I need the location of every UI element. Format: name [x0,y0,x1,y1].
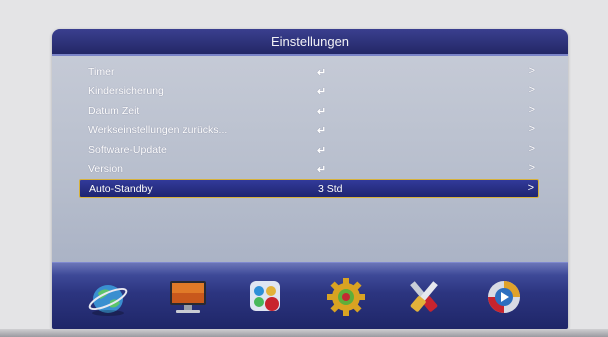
menu-item-label: Werkseinstellungen zurücks... [88,124,228,137]
menu-item-version[interactable]: Version ↵ > [79,159,539,178]
enter-icon: ↵ [317,67,327,79]
play-icon[interactable] [482,277,526,317]
enter-icon: ↵ [317,105,327,118]
chevron-right-icon: > [528,142,535,155]
menu-item-value: 3 Std [318,183,343,196]
menu-item-label: Auto-Standby [89,183,153,196]
chevron-right-icon: > [528,103,535,116]
menu-item-label: Timer [88,66,115,78]
enter-icon: ↵ [317,125,327,138]
monitor-icon[interactable] [166,277,210,317]
globe-icon[interactable] [86,277,130,317]
menu-item-software-update[interactable]: Software-Update ↵ > [79,140,539,159]
tv-screen: Einstellungen Timer ↵ > Kindersicherung … [52,29,568,329]
menu-item-label: Software-Update [88,143,167,156]
menu-item-label: Datum Zeit [88,104,140,117]
tools-icon[interactable] [402,277,446,317]
menu-item-auto-standby[interactable]: Auto-Standby 3 Std > [79,179,539,199]
chevron-right-icon: > [528,123,535,136]
gear-icon[interactable] [324,277,368,317]
enter-icon: ↵ [317,163,327,176]
chevron-right-icon: > [528,65,535,77]
tv-bezel [0,329,608,337]
menu-item-label: Version [88,162,124,175]
page-title: Einstellungen [270,34,350,49]
menu-item-datum-zeit[interactable]: Datum Zeit ↵ > [79,101,539,120]
enter-icon: ↵ [317,144,327,157]
color-palette-icon[interactable] [244,277,288,317]
main-menu-dock [52,262,568,329]
menu-title-bar: Einstellungen [52,29,568,56]
chevron-right-icon: > [528,84,535,97]
chevron-right-icon: > [528,161,535,174]
menu-item-werkseinstellungen[interactable]: Werkseinstellungen zurücks... ↵ > [79,120,539,139]
menu-panel: Timer ↵ > Kindersicherung ↵ > Datum Zeit… [52,56,568,292]
menu-item-label: Kindersicherung [88,85,164,98]
menu-item-kindersicherung[interactable]: Kindersicherung ↵ > [79,81,539,100]
chevron-right-icon: > [527,182,534,195]
settings-menu-list: Timer ↵ > Kindersicherung ↵ > Datum Zeit… [79,62,539,199]
menu-item-timer[interactable]: Timer ↵ > [79,62,539,81]
enter-icon: ↵ [317,86,327,99]
